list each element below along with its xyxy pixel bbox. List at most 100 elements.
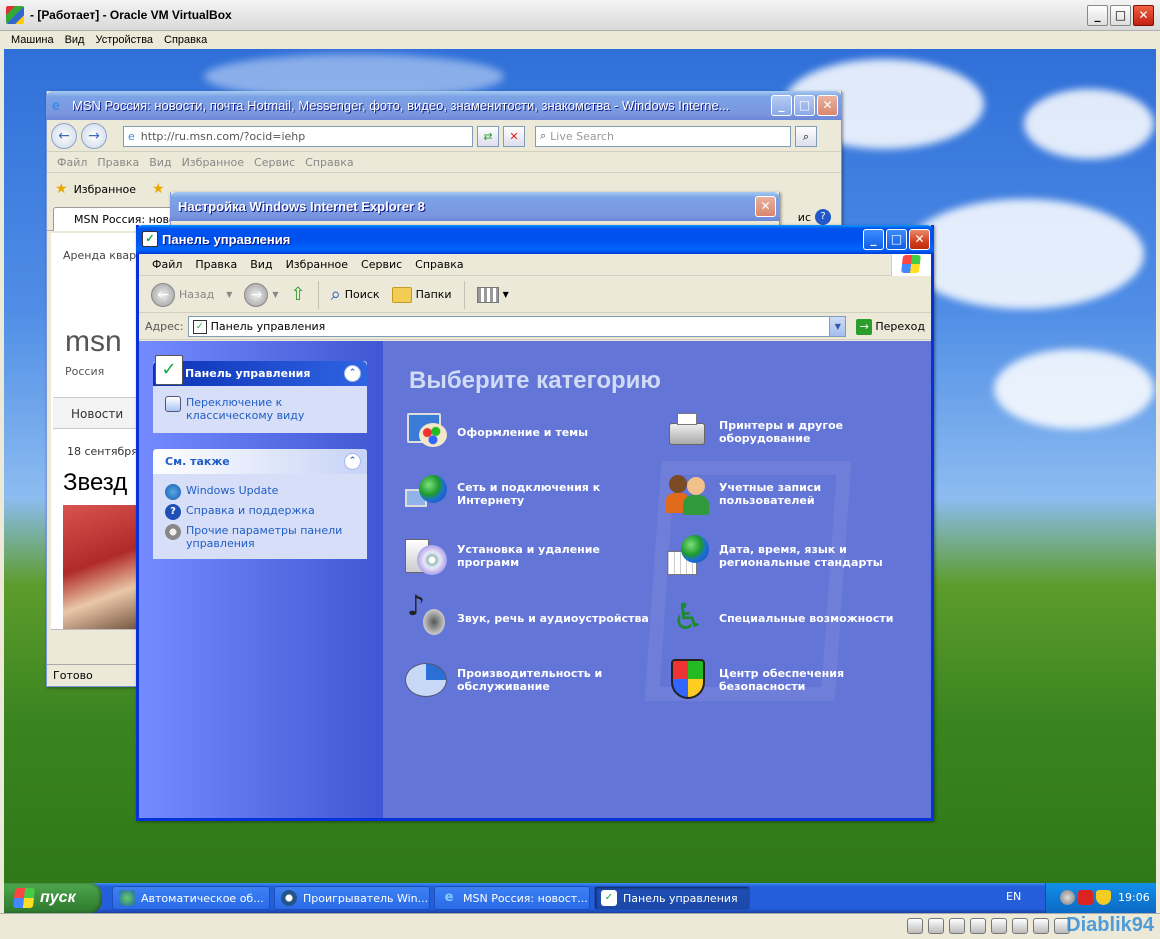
category-accessibility[interactable]: ♿ Специальные возможности	[665, 595, 915, 641]
views-grid-icon	[476, 286, 499, 303]
horizontal-scrollbar[interactable]	[51, 629, 147, 645]
category-appearance[interactable]: Оформление и темы	[403, 409, 653, 455]
category-datetime[interactable]: Дата, время, язык и региональные стандар…	[665, 533, 915, 579]
windows-update-link[interactable]: Windows Update	[153, 482, 367, 502]
url-value: http://ru.msn.com/?ocid=iehp	[140, 129, 306, 143]
up-folder-button[interactable]: ⇧	[287, 280, 310, 310]
news-tab[interactable]: Новости	[53, 397, 147, 429]
address-dropdown-icon[interactable]: ▼	[829, 317, 846, 336]
taskbar-button-auto-update[interactable]: Автоматическое об...	[112, 886, 270, 910]
ie-menu-favorites[interactable]: Избранное	[182, 156, 244, 169]
forward-arrow-icon[interactable]: →	[81, 123, 107, 149]
news-tab-label: Новости	[71, 407, 124, 421]
help-icon[interactable]: ?	[815, 209, 831, 225]
ie-menu-file[interactable]: Файл	[57, 156, 87, 169]
folders-button[interactable]: Папки	[388, 280, 456, 310]
address-value: Панель управления	[210, 320, 326, 333]
refresh-icon[interactable]: ⇄	[477, 125, 499, 147]
url-input[interactable]: e http://ru.msn.com/?ocid=iehp	[123, 125, 473, 147]
category-user-accounts[interactable]: Учетные записи пользователей	[665, 471, 915, 517]
close-button[interactable]: ✕	[909, 229, 930, 250]
menu-view[interactable]: Вид	[65, 34, 85, 46]
collapse-icon[interactable]: ⌃	[344, 365, 361, 382]
collapse-icon[interactable]: ⌃	[344, 453, 361, 470]
back-arrow-icon[interactable]: ←	[51, 123, 77, 149]
news-photo[interactable]	[63, 505, 147, 629]
ie-tools-menu[interactable]: ис	[798, 211, 811, 224]
close-button[interactable]: ✕	[755, 196, 776, 217]
stop-icon[interactable]: ✕	[503, 125, 525, 147]
category-performance[interactable]: Производительность и обслуживание	[403, 657, 653, 703]
cp-menu-tools[interactable]: Сервис	[361, 258, 402, 271]
menu-devices[interactable]: Устройства	[95, 34, 153, 46]
views-button[interactable]: ▼	[473, 280, 513, 310]
switch-classic-view-link[interactable]: Переключение к классическому виду	[153, 394, 367, 424]
cp-body: ✓ Панель управления ⌃ Переключение к кла…	[139, 341, 931, 818]
shared-folder-icon[interactable]	[970, 918, 986, 934]
hard-disk-icon[interactable]	[907, 918, 923, 934]
taskbar-button-media-player[interactable]: Проигрыватель Win...	[274, 886, 430, 910]
page-text-rent[interactable]: Аренда кварт	[63, 249, 143, 262]
ie-titlebar[interactable]: e MSN Россия: новости, почта Hotmail, Me…	[46, 91, 842, 120]
language-indicator[interactable]: EN	[1006, 890, 1021, 903]
search-go-icon[interactable]: ⌕	[795, 125, 817, 147]
close-button[interactable]: ✕	[817, 95, 838, 116]
close-button[interactable]: ✕	[1133, 5, 1154, 26]
cp-menu-favorites[interactable]: Избранное	[286, 258, 348, 271]
minimize-button[interactable]: _	[863, 229, 884, 250]
start-button[interactable]: пуск	[4, 883, 102, 913]
usb-icon[interactable]	[949, 918, 965, 934]
network-adapter-icon[interactable]	[1033, 918, 1049, 934]
ie-menu-help[interactable]: Справка	[305, 156, 353, 169]
ie-menu-view[interactable]: Вид	[149, 156, 171, 169]
control-panel-window[interactable]: ✓ Панель управления _ □ ✕ Файл Правка Ви…	[136, 225, 934, 821]
media-player-icon	[281, 890, 297, 906]
maximize-button[interactable]: □	[886, 229, 907, 250]
menu-machine[interactable]: Машина	[11, 34, 54, 46]
other-options-link[interactable]: Прочие параметры панели управления	[153, 522, 367, 552]
toolbar-separator	[317, 280, 319, 309]
category-add-remove[interactable]: Установка и удаление программ	[403, 533, 653, 579]
cp-titlebar[interactable]: ✓ Панель управления _ □ ✕	[136, 225, 934, 254]
capture-icon[interactable]	[1012, 918, 1028, 934]
category-security-center[interactable]: Центр обеспечения безопасности	[665, 657, 915, 703]
ie-menu-edit[interactable]: Правка	[97, 156, 139, 169]
see-also-header[interactable]: См. также ⌃	[153, 449, 367, 474]
menu-help[interactable]: Справка	[164, 34, 207, 46]
virtualbox-titlebar[interactable]: - [Работает] - Oracle VM VirtualBox _ □ …	[0, 0, 1160, 31]
maximize-button[interactable]: □	[1110, 5, 1131, 26]
cp-menu-view[interactable]: Вид	[250, 258, 272, 271]
cp-menu-help[interactable]: Справка	[415, 258, 463, 271]
ie-title: MSN Россия: новости, почта Hotmail, Mess…	[72, 98, 730, 113]
cp-panel-header[interactable]: ✓ Панель управления ⌃	[153, 355, 367, 386]
security-alert-icon[interactable]	[1078, 890, 1093, 905]
cd-drive-icon[interactable]	[928, 918, 944, 934]
address-input[interactable]: ✓ Панель управления ▼	[187, 316, 847, 337]
shield-icon[interactable]	[1096, 890, 1111, 905]
display-icon[interactable]	[991, 918, 1007, 934]
search-input[interactable]: ⌕ Live Search	[535, 125, 791, 147]
back-button[interactable]: ← Назад ▼	[147, 280, 236, 310]
category-printers[interactable]: Принтеры и другое оборудование	[665, 409, 915, 455]
dialog-titlebar[interactable]: Настройка Windows Internet Explorer 8 ✕	[170, 192, 780, 221]
go-button[interactable]: → Переход	[850, 318, 931, 335]
category-sound[interactable]: ♪ Звук, речь и аудиоустройства	[403, 592, 653, 641]
category-network[interactable]: Сеть и подключения к Интернету	[403, 471, 653, 517]
help-support-link[interactable]: ? Справка и поддержка	[153, 502, 367, 522]
maximize-button[interactable]: □	[794, 95, 815, 116]
system-tray: 19:06	[1045, 883, 1156, 913]
network-tray-icon[interactable]	[1060, 890, 1075, 905]
cp-menu-file[interactable]: Файл	[152, 258, 182, 271]
taskbar-button-control-panel[interactable]: ✓ Панель управления	[594, 886, 750, 910]
cp-menu-edit[interactable]: Правка	[195, 258, 237, 271]
ie-menu-tools[interactable]: Сервис	[254, 156, 295, 169]
search-button[interactable]: ⌕ Поиск	[327, 280, 384, 310]
taskbar-button-ie[interactable]: e MSN Россия: новост...	[434, 886, 590, 910]
headline[interactable]: Звезд	[63, 469, 127, 497]
forward-button[interactable]: → ▼	[240, 280, 282, 310]
minimize-button[interactable]: _	[771, 95, 792, 116]
favorites-button[interactable]: Избранное	[74, 183, 136, 196]
msn-logo[interactable]: msn	[65, 325, 122, 359]
add-favorite-icon[interactable]: ★	[152, 181, 165, 197]
minimize-button[interactable]: _	[1087, 5, 1108, 26]
